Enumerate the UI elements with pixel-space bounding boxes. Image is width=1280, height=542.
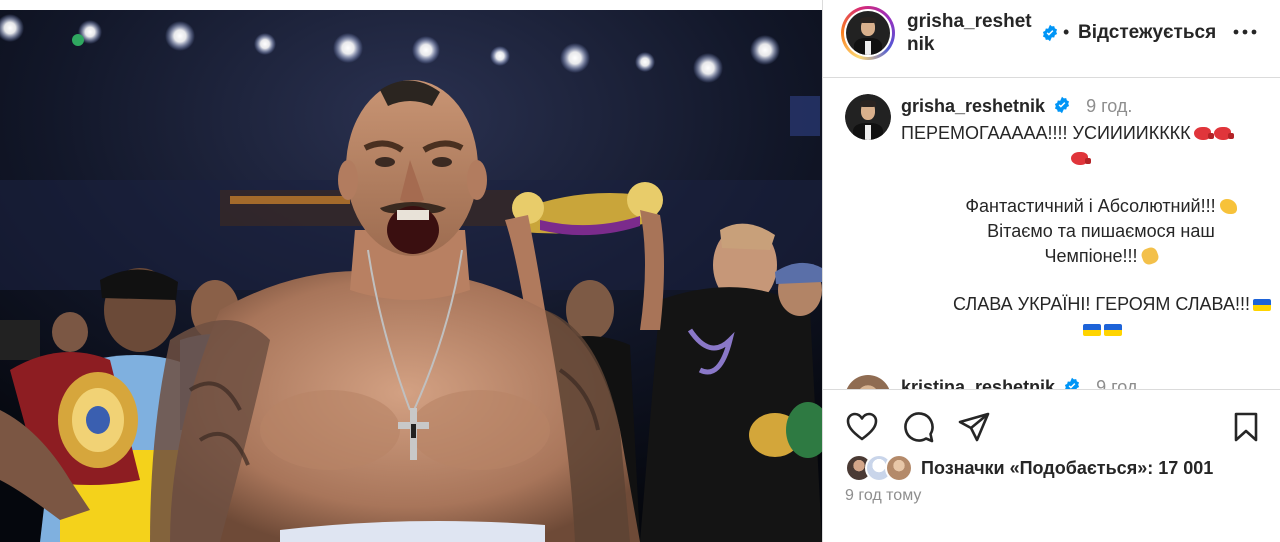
caption-author-avatar[interactable] — [845, 94, 891, 140]
caption-username[interactable]: grisha_reshetnik — [901, 96, 1045, 116]
post-header: grisha_reshetnik • Відстежується — [823, 0, 1280, 78]
verified-badge-icon — [1042, 24, 1058, 42]
caption-header: grisha_reshetnik 9 год. — [901, 96, 1132, 117]
caption-line-2: Фантастичний і Абсолютний!!! — [901, 194, 1261, 219]
caption-line-3-text: Вітаємо та пишаємося наш — [987, 221, 1215, 241]
caption-line-1: ПЕРЕМОГААААА!!!! УСИИИИКККК — [901, 121, 1261, 146]
liker-avatar — [885, 454, 913, 482]
caption-line-5: СЛАВА УКРАЇНІ! ГЕРОЯМ СЛАВА!!! — [901, 292, 1271, 317]
verified-badge-icon — [1065, 377, 1080, 389]
post-photo-illustration — [0, 10, 822, 542]
caption-line-4: Чемпіоне!!! — [901, 244, 1261, 269]
caption-time[interactable]: 9 год. — [1086, 96, 1132, 116]
boxing-glove-emoji-icon — [1193, 127, 1214, 140]
caption-line-3: Вітаємо та пишаємося наш — [901, 219, 1261, 244]
flexed-biceps-emoji-icon — [1219, 199, 1237, 214]
follow-status-button[interactable]: Відстежується — [1078, 22, 1216, 44]
commenter-avatar[interactable] — [845, 375, 891, 389]
post-actions: Позначки «Подобається»: 17 001 9 год том… — [823, 389, 1280, 542]
likes-row[interactable]: Позначки «Подобається»: 17 001 — [845, 454, 1265, 484]
caption-line-glove — [901, 146, 1261, 171]
caption-line-4-text: Чемпіоне!!! — [1044, 246, 1138, 266]
boxing-glove-emoji-icon — [1213, 127, 1234, 140]
comment-icon[interactable] — [901, 410, 935, 444]
boxing-glove-emoji-icon — [1071, 152, 1091, 165]
comment-header: kristina_reshetnik 9 год. — [901, 377, 1142, 389]
author-avatar-story-ring[interactable] — [841, 6, 895, 60]
comments-section[interactable]: grisha_reshetnik 9 год. ПЕРЕМОГААААА!!!!… — [823, 79, 1280, 389]
comment-time[interactable]: 9 год. — [1096, 377, 1142, 389]
post-timestamp[interactable]: 9 год тому — [845, 487, 921, 505]
send-icon[interactable] — [957, 410, 991, 444]
caption-line-5-text: СЛАВА УКРАЇНІ! ГЕРОЯМ СЛАВА!!! — [953, 294, 1250, 314]
ukraine-flag-emoji-icon — [1104, 324, 1122, 336]
ukraine-flag-emoji-icon — [1083, 324, 1101, 336]
caption-line-2-text: Фантастичний і Абсолютний!!! — [965, 196, 1216, 216]
more-options-icon[interactable] — [1231, 20, 1259, 44]
commenter-username[interactable]: kristina_reshetnik — [901, 377, 1055, 389]
caption-line-flags — [901, 317, 1261, 342]
author-avatar — [846, 11, 890, 55]
post-photo[interactable] — [0, 10, 822, 542]
heart-icon[interactable] — [845, 410, 879, 444]
caption-avatar-image — [845, 94, 891, 140]
author-username[interactable]: grisha_reshetnik — [907, 10, 1041, 56]
likes-count[interactable]: Позначки «Подобається»: 17 001 — [921, 458, 1213, 479]
verified-badge-icon — [1055, 96, 1070, 114]
post-side-panel: grisha_reshetnik • Відстежується grisha_… — [822, 0, 1280, 542]
clapping-hands-emoji-icon — [1139, 245, 1160, 267]
ukraine-flag-emoji-icon — [1252, 299, 1271, 311]
bookmark-icon[interactable] — [1229, 410, 1263, 444]
header-separator: • — [1063, 22, 1070, 42]
caption-text: ПЕРЕМОГААААА!!!! УСИИИИКККК Фантастичний… — [901, 121, 1271, 342]
caption-line-1-text: ПЕРЕМОГААААА!!!! УСИИИИКККК — [901, 123, 1191, 143]
